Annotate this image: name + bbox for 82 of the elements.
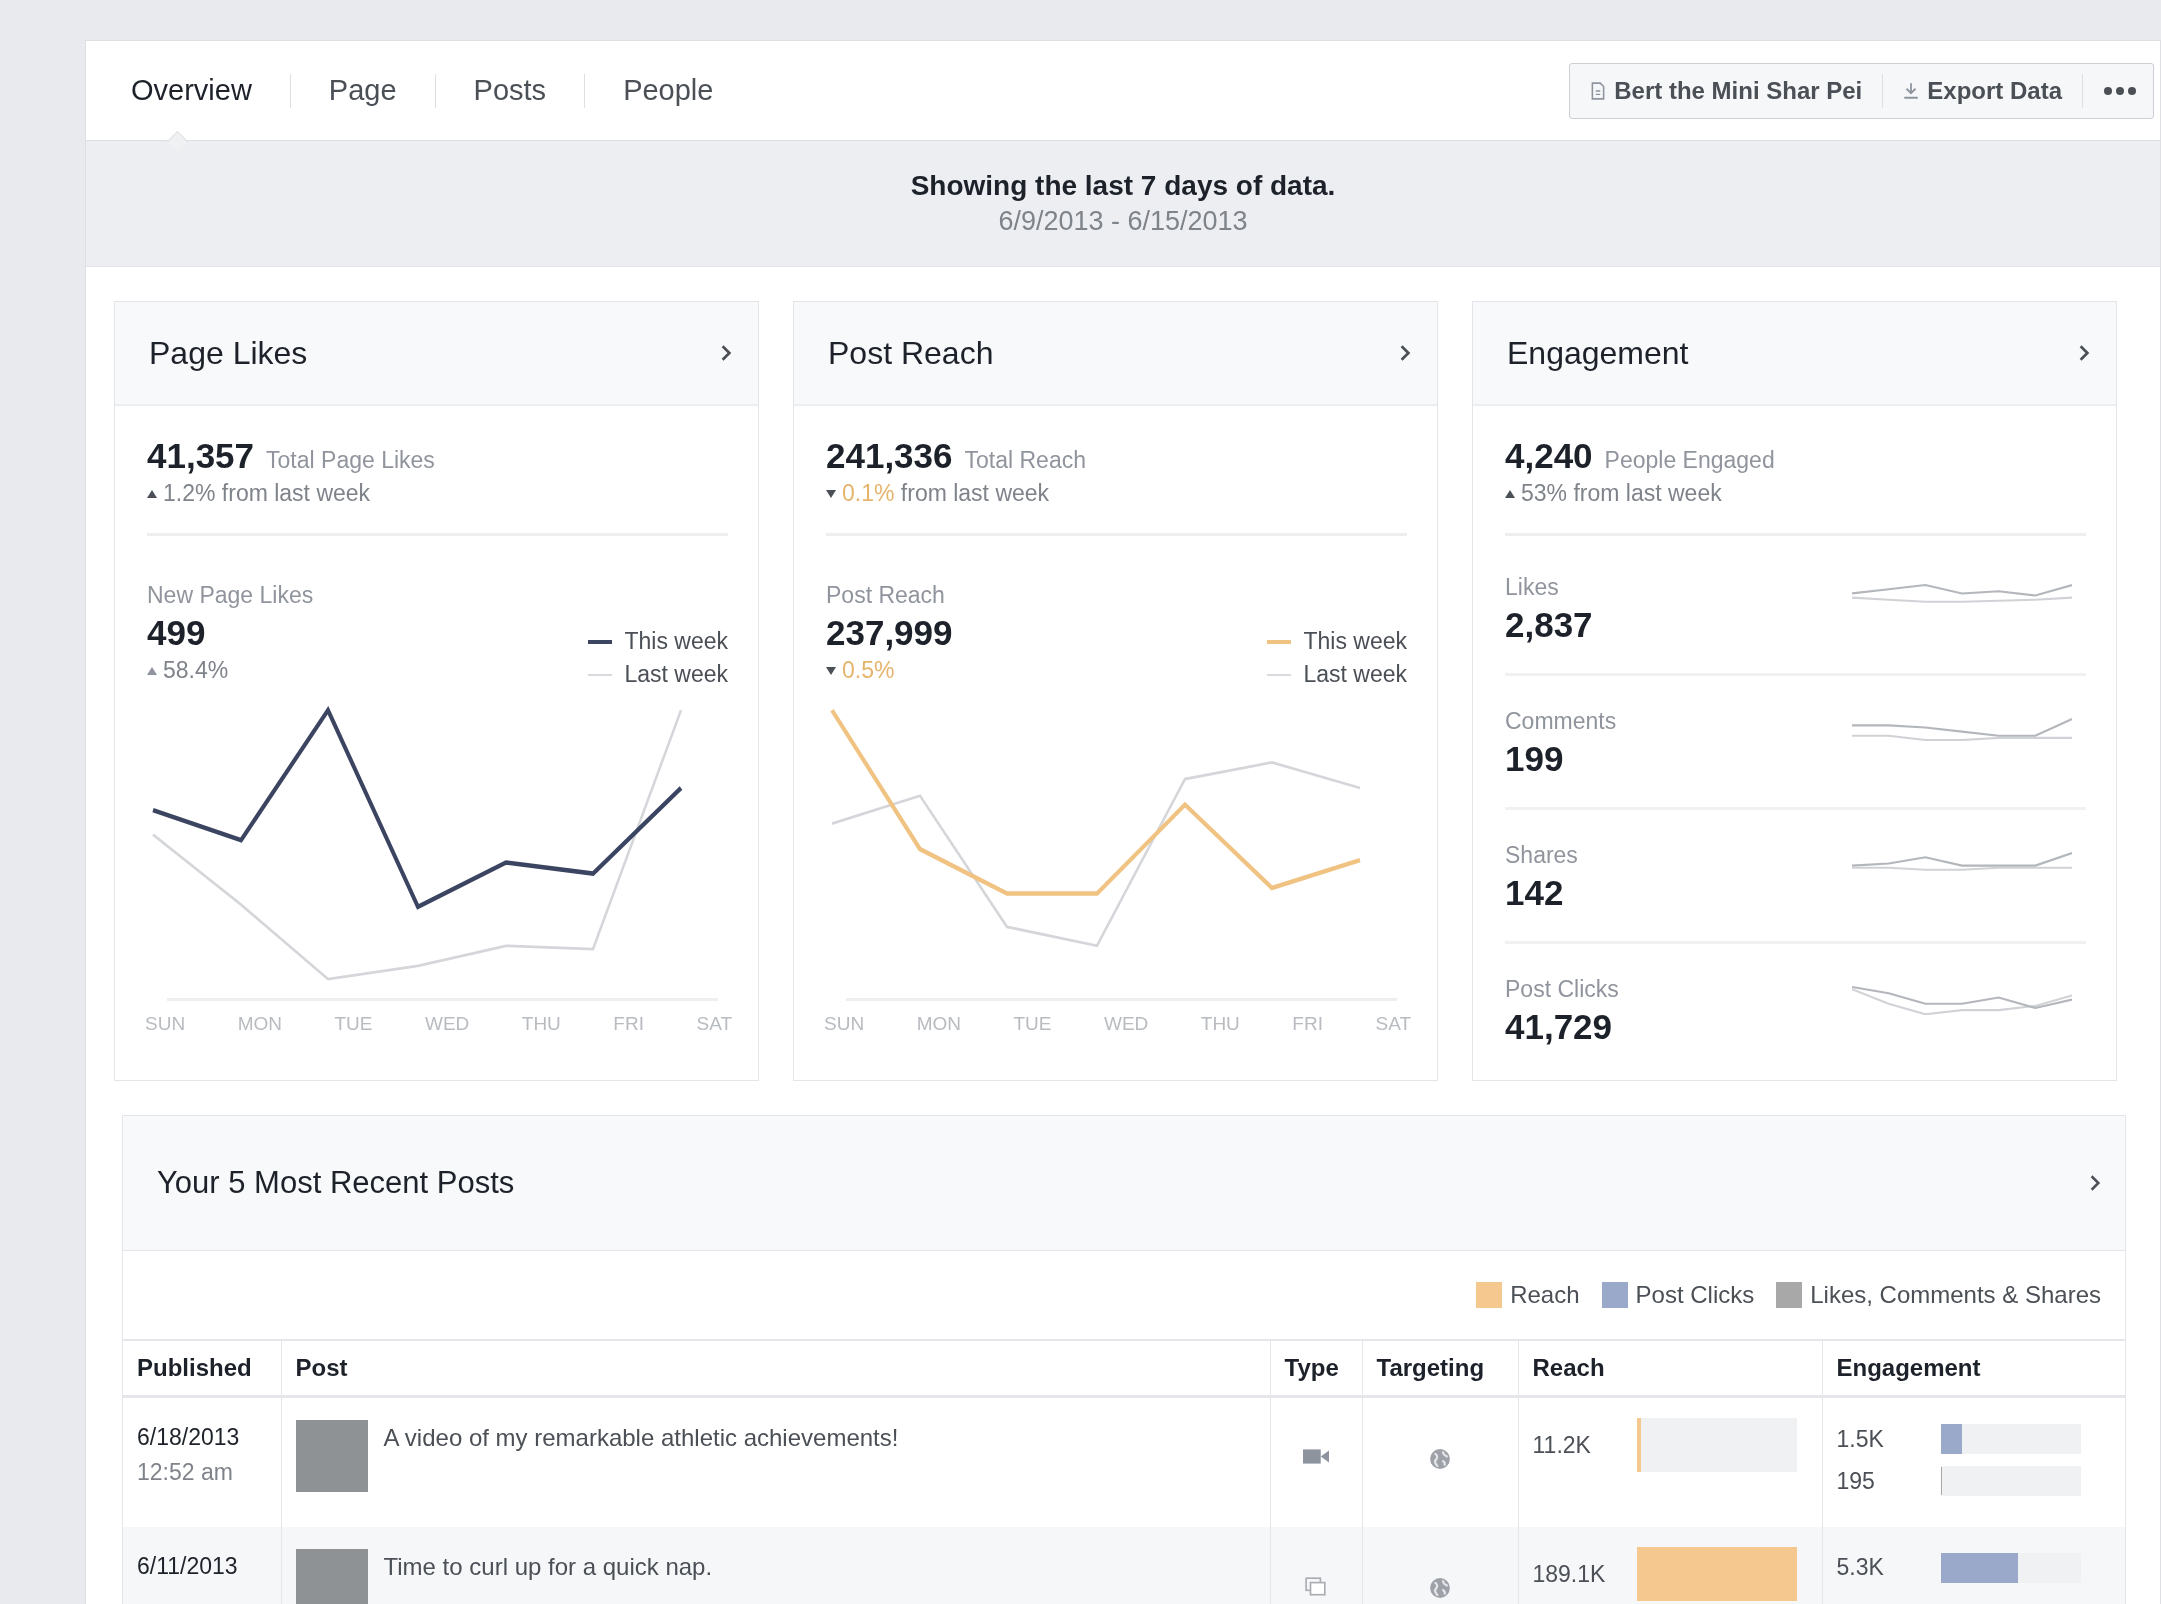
tab[interactable]: Page	[290, 74, 435, 107]
chevron-right-icon[interactable]	[2078, 344, 2090, 362]
column-header: Type	[1270, 1341, 1362, 1397]
engagement-value: 195	[1836, 1467, 1876, 1495]
day-label: MON	[237, 1013, 282, 1035]
legend-line-icon	[588, 673, 613, 676]
day-label: TUE	[334, 1013, 373, 1035]
reach-value: 11.2K	[1532, 1431, 1592, 1459]
date-range: 6/9/2013 - 6/15/2013	[998, 206, 1248, 237]
day-label: THU	[1200, 1013, 1240, 1035]
legend-label: Likes, Comments & Shares	[1810, 1281, 2101, 1309]
metric-label: Post Reach	[826, 582, 946, 609]
column-header: Engagement	[1822, 1341, 2125, 1397]
post-text[interactable]: Time to curl up for a quick nap.	[383, 1548, 713, 1581]
engagement-value: 1.5K	[1836, 1425, 1885, 1453]
chevron-right-icon[interactable]	[2089, 1174, 2101, 1192]
card-title: Page Likes	[149, 334, 308, 372]
column-header: Published	[123, 1341, 281, 1397]
metric-label: Comments	[1505, 708, 1617, 735]
total-label: People Engaged	[1604, 447, 1775, 474]
metric-value: 237,999	[826, 613, 953, 653]
engagement-value: 5.3K	[1836, 1554, 1885, 1581]
chevron-right-icon[interactable]	[720, 344, 732, 362]
card-title: Post Reach	[828, 334, 994, 372]
card-title: Engagement	[1507, 334, 1689, 372]
change-text: 0.1% from last week	[842, 480, 1050, 507]
metric-value: 142	[1505, 873, 1565, 913]
day-label: WED	[1103, 1013, 1149, 1035]
download-icon	[1903, 81, 1920, 100]
legend-label: Last week	[624, 661, 728, 688]
total-label: Total Page Likes	[266, 447, 435, 474]
day-label: WED	[424, 1013, 470, 1035]
day-label: SAT	[1375, 1013, 1411, 1035]
day-label: THU	[521, 1013, 561, 1035]
banner-title: Showing the last 7 days of data.	[910, 170, 1336, 202]
more-icon	[2103, 85, 2137, 96]
globe-icon	[1429, 1448, 1451, 1470]
total-value: 4,240	[1505, 436, 1593, 476]
post-text[interactable]: A video of my remarkable athletic achievements!	[383, 1420, 899, 1452]
column-header: Targeting	[1362, 1341, 1518, 1397]
metric-label: Likes	[1505, 574, 1560, 601]
day-label: FRI	[613, 1013, 644, 1035]
legend-line-icon	[1267, 673, 1292, 676]
legend-label: This week	[1303, 628, 1407, 655]
column-header: Reach	[1518, 1341, 1822, 1397]
change-percent: 0.5%	[842, 657, 895, 684]
legend-label: Reach	[1510, 1281, 1580, 1309]
total-value: 41,357	[147, 436, 255, 476]
day-label: SUN	[824, 1013, 865, 1035]
total-value: 241,336	[826, 436, 953, 476]
metric-value: 2,837	[1505, 605, 1593, 645]
metric-label: Shares	[1505, 842, 1578, 869]
metric-label: New Page Likes	[147, 582, 314, 609]
section-title: Your 5 Most Recent Posts	[157, 1165, 515, 1201]
change-percent: 58.4%	[163, 657, 229, 684]
tab[interactable]: People	[585, 74, 752, 107]
metric-label: Post Clicks	[1505, 976, 1619, 1003]
day-label: FRI	[1292, 1013, 1323, 1035]
chevron-right-icon[interactable]	[1399, 344, 1411, 362]
metric-value: 41,729	[1505, 1007, 1614, 1047]
change-text: 1.2% from last week	[163, 480, 371, 507]
column-header: Post	[281, 1341, 1270, 1397]
day-label: TUE	[1013, 1013, 1052, 1035]
metric-value: 199	[1505, 739, 1565, 779]
page-selector-button[interactable]: Bert the Mini Shar Pei	[1570, 63, 1883, 118]
legend-label: Last week	[1303, 661, 1407, 688]
tab[interactable]: Posts	[435, 74, 585, 107]
day-label: SAT	[696, 1013, 732, 1035]
document-icon	[1590, 81, 1607, 100]
day-label: MON	[916, 1013, 961, 1035]
legend-label: This week	[624, 628, 728, 655]
globe-icon	[1429, 1576, 1451, 1599]
reach-value: 189.1K	[1532, 1559, 1607, 1588]
metric-value: 499	[147, 613, 207, 653]
change-text: 53% from last week	[1521, 480, 1722, 507]
export-button[interactable]: Export Data	[1883, 63, 2082, 118]
published-time: 12:52 am	[137, 1459, 234, 1486]
published-date: 6/18/2013	[137, 1424, 241, 1451]
total-label: Total Reach	[964, 447, 1086, 474]
published-date: 6/11/2013	[137, 1552, 239, 1580]
legend-label: Post Clicks	[1635, 1281, 1755, 1309]
day-label: SUN	[145, 1013, 186, 1035]
